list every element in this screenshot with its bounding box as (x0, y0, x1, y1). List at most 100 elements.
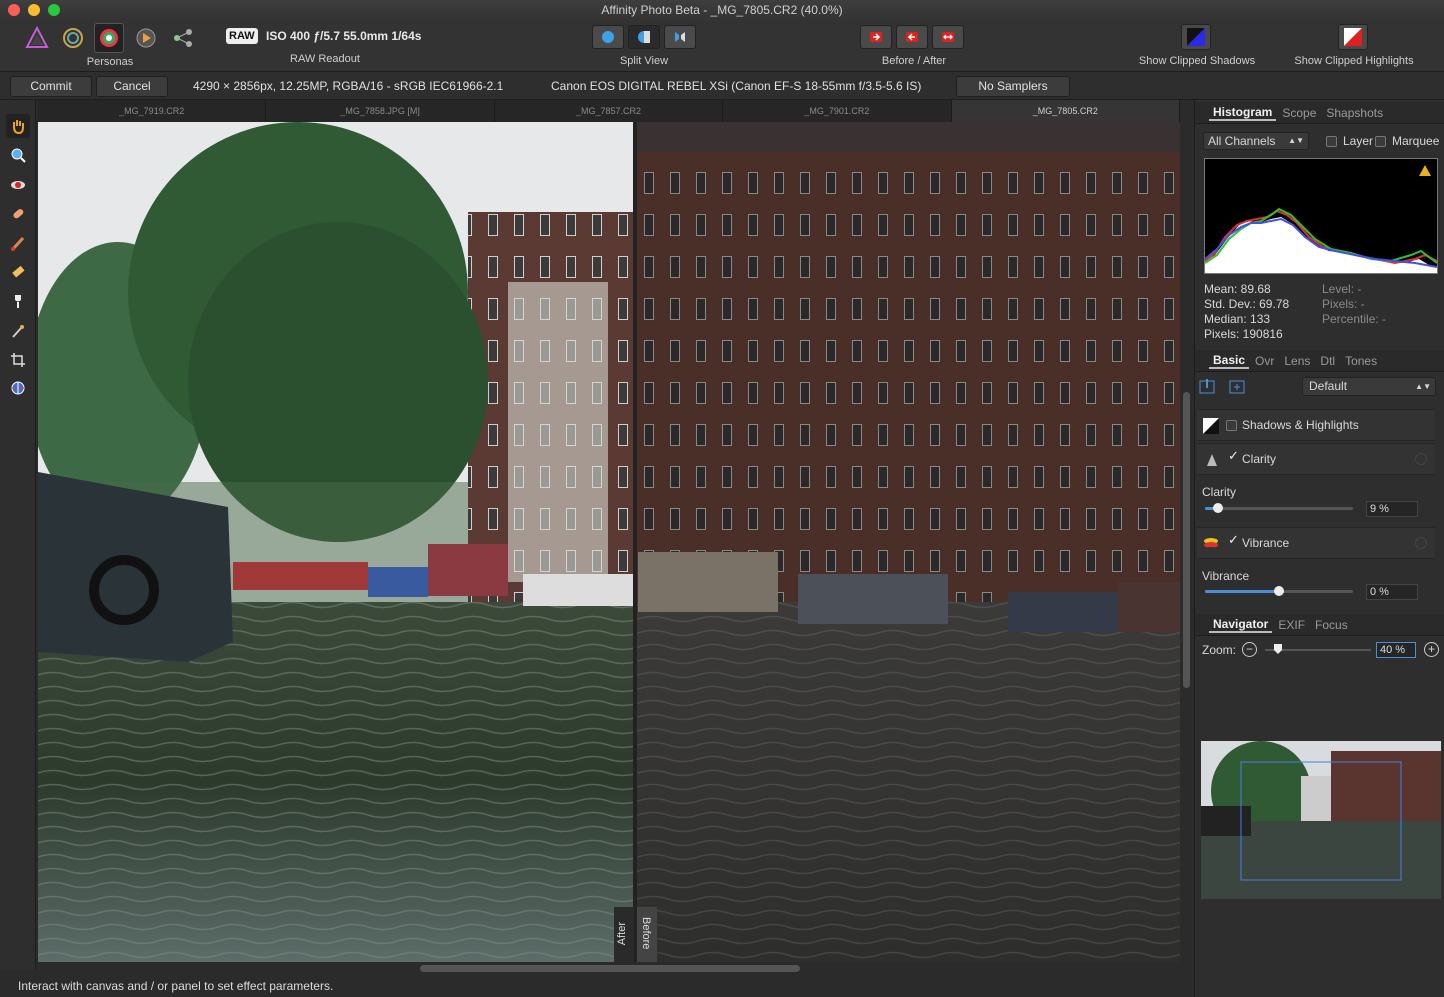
clarity-slider-knob[interactable] (1213, 503, 1223, 513)
vibrance-slider-knob[interactable] (1274, 586, 1284, 596)
tab-basic[interactable]: Basic (1209, 353, 1250, 369)
shadows-highlights-icon (1203, 418, 1219, 434)
tab-histogram[interactable]: Histogram (1209, 105, 1277, 121)
crop-tool-icon[interactable] (6, 348, 30, 372)
swap-before-after-icon[interactable] (932, 25, 964, 49)
zoom-out-icon[interactable]: − (1242, 642, 1257, 657)
liquify-persona-icon[interactable] (58, 23, 88, 53)
after-label: After (616, 922, 628, 946)
copy-before-to-after-icon[interactable] (860, 25, 892, 49)
export-persona-icon[interactable] (168, 23, 198, 53)
before-label: Before (640, 917, 652, 950)
shadows-highlights-label: Shadows & Highlights (1242, 418, 1359, 432)
add-preset-icon[interactable] (1229, 378, 1247, 396)
canvas[interactable]: After Before (38, 122, 1180, 962)
reset-presets-icon[interactable] (1199, 378, 1217, 396)
commit-button[interactable]: Commit (10, 76, 92, 97)
copy-after-to-before-icon[interactable] (896, 25, 928, 49)
histogram-percentile: Percentile: - (1322, 312, 1387, 326)
raw-badge: RAW (226, 28, 258, 44)
preset-select[interactable]: Default ▲▼ (1302, 377, 1436, 396)
navigator-thumbnail[interactable] (1201, 741, 1441, 899)
zoom-in-icon[interactable]: + (1424, 642, 1439, 657)
chevron-updown-icon: ▲▼ (1288, 136, 1304, 145)
samplers-button[interactable]: No Samplers (956, 76, 1070, 97)
split-view-button[interactable] (628, 25, 660, 49)
tab-navigator[interactable]: Navigator (1209, 617, 1273, 633)
shadows-highlights-checkbox[interactable] (1226, 420, 1237, 431)
clarity-reset-icon[interactable] (1415, 453, 1427, 465)
view-tool-hand-icon[interactable] (6, 114, 30, 138)
zoom-value-field[interactable]: 40 % (1376, 642, 1416, 658)
red-eye-tool-icon[interactable] (6, 173, 30, 197)
doc-tab[interactable]: _MG_7919.CR2 (38, 100, 267, 122)
eraser-tool-icon[interactable] (6, 260, 30, 284)
close-window-button[interactable] (8, 4, 20, 16)
vertical-scrollbar[interactable] (1183, 392, 1190, 688)
mirror-view-button[interactable] (664, 25, 696, 49)
tab-lens[interactable]: Lens (1280, 354, 1314, 368)
toolbar: Personas RAW ISO 400 ƒ/5.7 55.0mm 1/64s … (0, 20, 1444, 72)
vibrance-slider[interactable] (1205, 586, 1353, 596)
shadows-highlights-row[interactable]: Shadows & Highlights (1197, 409, 1435, 441)
horizontal-scrollbar[interactable] (420, 965, 800, 972)
histogram-median: Median: 133 (1204, 312, 1271, 326)
zoom-tool-icon[interactable] (6, 143, 30, 167)
histogram-std-dev: Std. Dev.: 69.78 (1204, 297, 1290, 311)
channel-select[interactable]: All Channels ▲▼ (1203, 132, 1309, 150)
doc-tab-active[interactable]: _MG_7805.CR2 (951, 100, 1181, 122)
split-view-off-button[interactable] (592, 25, 624, 49)
doc-tab[interactable]: _MG_7858.JPG [M] (266, 100, 495, 122)
tab-details[interactable]: Dtl (1316, 354, 1339, 368)
cancel-button[interactable]: Cancel (96, 76, 168, 97)
chevron-updown-icon: ▲▼ (1415, 382, 1431, 391)
split-view-label: Split View (619, 55, 669, 67)
clarity-check-icon[interactable]: ✓ (1228, 448, 1239, 464)
doc-tab[interactable]: _MG_7857.CR2 (495, 100, 724, 122)
brush-tool-icon[interactable] (6, 231, 30, 255)
marquee-checkbox[interactable] (1375, 136, 1386, 147)
clarity-label: Clarity (1202, 485, 1237, 499)
right-panel: Histogram Scope Shapshots All Channels ▲… (1194, 100, 1444, 997)
overlay-tool-icon[interactable] (6, 376, 30, 400)
histogram-graph (1204, 158, 1438, 274)
zoom-slider[interactable] (1265, 644, 1371, 654)
vibrance-value-field[interactable]: 0 % (1366, 584, 1418, 600)
zoom-window-button[interactable] (48, 4, 60, 16)
blemish-tool-icon[interactable] (6, 202, 30, 226)
tab-snapshots[interactable]: Shapshots (1322, 106, 1387, 120)
develop-persona-icon[interactable] (94, 23, 124, 53)
vibrance-reset-icon[interactable] (1415, 537, 1427, 549)
clarity-title: Clarity (1242, 452, 1277, 466)
tone-mapping-persona-icon[interactable] (131, 23, 161, 53)
histogram-level: Level: - (1322, 282, 1362, 296)
clarity-value-field[interactable]: 9 % (1366, 501, 1418, 517)
layer-checkbox[interactable] (1326, 136, 1337, 147)
gradient-tool-icon[interactable] (6, 289, 30, 313)
photo-canvas[interactable] (38, 122, 1180, 962)
before-after-label: Before / After (881, 55, 947, 67)
tab-overlays[interactable]: Ovr (1251, 354, 1278, 368)
raw-readout: ISO 400 ƒ/5.7 55.0mm 1/64s (266, 29, 422, 43)
white-balance-picker-icon[interactable] (6, 319, 30, 343)
histogram-mean: Mean: 89.68 (1204, 282, 1271, 296)
preset-select-value: Default (1309, 379, 1348, 393)
tab-scope[interactable]: Scope (1278, 106, 1320, 120)
vibrance-row[interactable]: ✓ Vibrance (1197, 527, 1435, 559)
clipped-shadows-icon[interactable] (1181, 24, 1211, 50)
clarity-row[interactable]: ✓ Clarity (1197, 443, 1435, 475)
vibrance-slider-fill (1205, 590, 1279, 593)
camera-info: Canon EOS DIGITAL REBEL XSi (Canon EF-S … (551, 79, 922, 93)
clipped-highlights-icon[interactable] (1338, 24, 1368, 50)
minimize-window-button[interactable] (28, 4, 40, 16)
tab-tones[interactable]: Tones (1341, 354, 1381, 368)
clarity-slider[interactable] (1205, 503, 1353, 513)
zoom-slider-knob[interactable] (1274, 644, 1282, 654)
develop-tabs: Basic Ovr Lens Dtl Tones (1195, 350, 1444, 372)
tab-focus[interactable]: Focus (1311, 618, 1352, 632)
doc-tab[interactable]: _MG_7901.CR2 (723, 100, 952, 122)
photo-persona-icon[interactable] (22, 23, 52, 53)
channel-select-value: All Channels (1208, 134, 1276, 148)
tab-exif[interactable]: EXIF (1274, 618, 1309, 632)
vibrance-check-icon[interactable]: ✓ (1228, 532, 1239, 548)
